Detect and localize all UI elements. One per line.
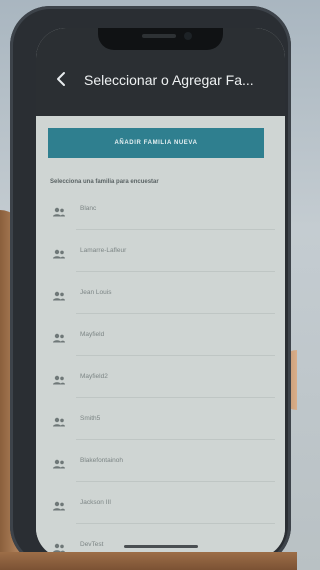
instruction-text: Selecciona una familia para encuestar bbox=[50, 179, 159, 185]
phone-screen: Seleccionar o Agregar Fa... AÑADIR FAMIL… bbox=[36, 28, 285, 558]
family-list-item[interactable]: Smith5 bbox=[36, 398, 285, 440]
family-list-item[interactable]: Jean Louis bbox=[36, 272, 285, 314]
family-name: Jackson III bbox=[80, 499, 112, 506]
arrow-left-icon[interactable] bbox=[54, 71, 74, 91]
family-list-item[interactable]: Blakefontainoh bbox=[36, 440, 285, 482]
family-list-item[interactable]: Jackson III bbox=[36, 482, 285, 524]
family-list-item[interactable]: Mayfield bbox=[36, 314, 285, 356]
family-name: Blanc bbox=[80, 205, 97, 212]
speaker-grille bbox=[142, 34, 176, 38]
family-name: DevTest bbox=[80, 541, 104, 548]
family-name: Mayfield2 bbox=[80, 373, 108, 380]
family-group-icon bbox=[52, 414, 66, 427]
family-list-item[interactable]: Blanc bbox=[36, 188, 285, 230]
family-group-icon bbox=[52, 288, 66, 301]
family-name: Mayfield bbox=[80, 331, 105, 338]
family-group-icon bbox=[52, 330, 66, 343]
family-group-icon bbox=[52, 456, 66, 469]
notch bbox=[98, 28, 223, 50]
phone-frame: Seleccionar o Agregar Fa... AÑADIR FAMIL… bbox=[10, 6, 291, 566]
page-title: Seleccionar o Agregar Fa... bbox=[84, 72, 254, 88]
home-indicator[interactable] bbox=[124, 545, 198, 548]
family-list-item[interactable]: Mayfield2 bbox=[36, 356, 285, 398]
family-group-icon bbox=[52, 204, 66, 217]
add-family-button[interactable]: AÑADIR FAMILIA NUEVA bbox=[48, 128, 264, 158]
family-name: Jean Louis bbox=[80, 289, 112, 296]
family-group-icon bbox=[52, 372, 66, 385]
front-camera bbox=[184, 32, 192, 40]
family-name: Smith5 bbox=[80, 415, 101, 422]
hand-bottom bbox=[0, 552, 297, 570]
family-group-icon bbox=[52, 498, 66, 511]
family-list-item[interactable]: Lamarre-Lafleur bbox=[36, 230, 285, 272]
family-name: Lamarre-Lafleur bbox=[80, 247, 127, 254]
family-group-icon bbox=[52, 246, 66, 259]
family-name: Blakefontainoh bbox=[80, 457, 124, 464]
family-group-icon bbox=[52, 540, 66, 553]
